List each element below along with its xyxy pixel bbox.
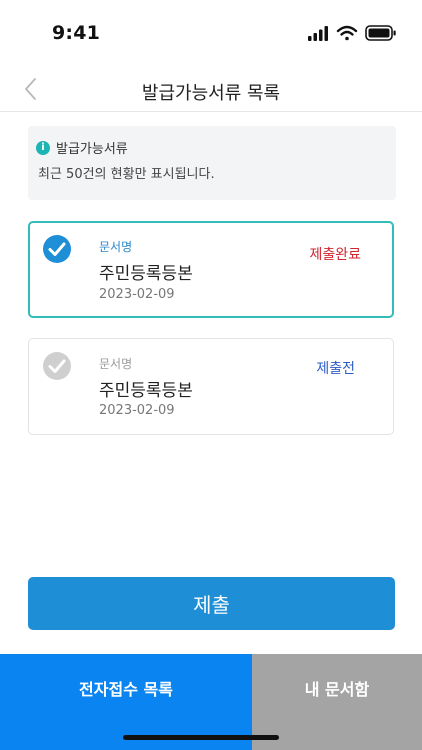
document-card[interactable]: 문서명 주민등록등본 2023-02-09 제출전 bbox=[28, 338, 394, 435]
info-icon: i bbox=[36, 140, 50, 155]
wifi-icon bbox=[336, 25, 358, 41]
document-card-selected[interactable]: 문서명 주민등록등본 2023-02-09 제출완료 bbox=[28, 221, 394, 318]
info-header: i 발급가능서류 bbox=[36, 138, 128, 157]
status-icons bbox=[308, 25, 396, 41]
signal-icon bbox=[308, 26, 328, 41]
document-date: 2023-02-09 bbox=[99, 403, 175, 418]
document-label: 문서명 bbox=[99, 357, 133, 371]
info-title: 발급가능서류 bbox=[56, 142, 128, 157]
status-time: 9:41 bbox=[52, 22, 101, 44]
tab-label: 내 문서함 bbox=[304, 680, 370, 699]
submit-button[interactable]: 제출 bbox=[28, 577, 395, 630]
nav-bar: 발급가능서류 목록 bbox=[0, 66, 422, 112]
battery-icon bbox=[365, 25, 396, 41]
document-name: 주민등록등본 bbox=[99, 381, 193, 401]
unchecked-circle-icon[interactable] bbox=[42, 351, 72, 381]
checked-circle-icon[interactable] bbox=[42, 234, 72, 264]
page-title: 발급가능서류 목록 bbox=[141, 83, 281, 104]
document-name: 주민등록등본 bbox=[99, 264, 193, 284]
status-badge: 제출전 bbox=[316, 361, 355, 377]
home-indicator bbox=[123, 735, 279, 740]
document-date: 2023-02-09 bbox=[99, 287, 175, 302]
info-box: i 발급가능서류 최근 50건의 현황만 표시됩니다. bbox=[28, 126, 396, 200]
status-badge: 제출완료 bbox=[309, 247, 361, 263]
document-label: 문서명 bbox=[99, 240, 133, 254]
status-bar: 9:41 bbox=[0, 0, 422, 62]
info-text: 최근 50건의 현황만 표시됩니다. bbox=[38, 167, 215, 182]
